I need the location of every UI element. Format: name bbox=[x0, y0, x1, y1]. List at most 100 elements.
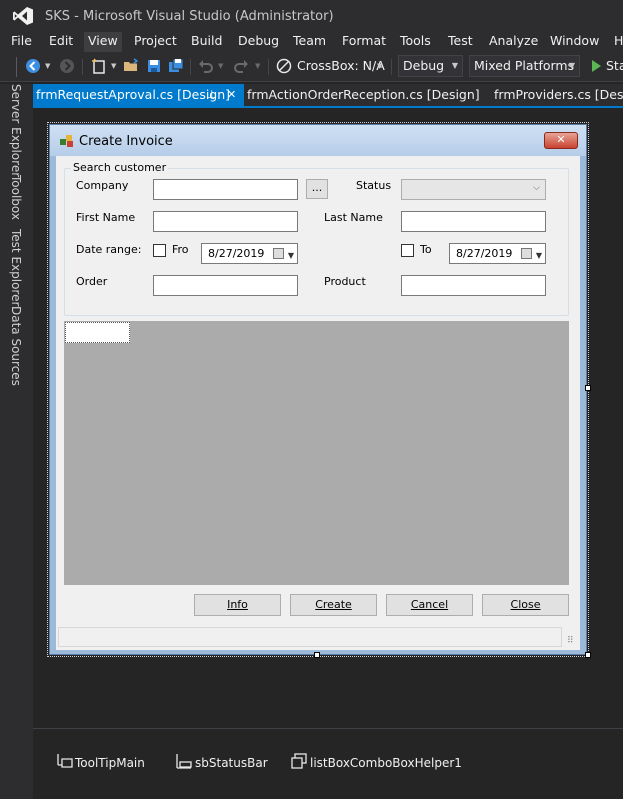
side-tab-data-sources[interactable]: Data Sources bbox=[9, 306, 23, 386]
listbox-component-icon bbox=[291, 753, 307, 769]
chevron-down-icon: ⌵ bbox=[533, 183, 540, 193]
from-date-picker[interactable]: 8/27/2019 ▼ bbox=[201, 243, 298, 264]
close-icon[interactable]: ✕ bbox=[227, 84, 236, 106]
last-name-label: Last Name bbox=[324, 211, 383, 224]
menu-bar: File Edit View Project Build Debug Team … bbox=[0, 32, 623, 52]
company-input[interactable] bbox=[153, 179, 298, 200]
form-caption-bar[interactable]: Create Invoice ✕ bbox=[50, 125, 586, 156]
crossbox-dropdown-icon[interactable]: ▼ bbox=[377, 62, 382, 70]
solution-platform-value: Mixed Platforms bbox=[474, 58, 575, 73]
tab-frmrequestaproval-design[interactable]: frmRequestAproval.cs [Design] ⊥ ✕ bbox=[33, 84, 244, 106]
menu-test[interactable]: Test bbox=[444, 32, 477, 52]
form-close-button[interactable]: ✕ bbox=[544, 132, 578, 149]
form-client-area: Search customer Company ... Status ⌵ Fir… bbox=[56, 156, 580, 650]
order-input[interactable] bbox=[153, 275, 298, 296]
close-button-label: Close bbox=[510, 598, 541, 611]
pin-icon[interactable]: ⊥ bbox=[207, 84, 217, 106]
side-tab-server-explorer[interactable]: Server Explorer bbox=[9, 84, 23, 177]
cancel-button-label: Cancel bbox=[410, 598, 449, 611]
navigate-forward-icon[interactable] bbox=[59, 58, 75, 74]
status-select[interactable]: ⌵ bbox=[401, 179, 546, 200]
toolbar-separator bbox=[190, 59, 191, 75]
standard-toolbar: ▼ ▼ ▼ ▼ CrossBox: N/A ▼ Debug ▼ Mixed Pl… bbox=[0, 52, 623, 82]
side-tool-tabs: Server Explorer Toolbox Test Explorer Da… bbox=[0, 84, 33, 799]
menu-file[interactable]: File bbox=[7, 32, 36, 52]
to-date-picker[interactable]: 8/27/2019 ▼ bbox=[449, 243, 546, 264]
statusbar-component-icon bbox=[176, 754, 192, 769]
menu-format[interactable]: Format bbox=[338, 32, 390, 52]
tab-label: frmActionOrderReception.cs [Design] bbox=[247, 87, 480, 102]
form-title: Create Invoice bbox=[79, 134, 173, 149]
menu-tools[interactable]: Tools bbox=[396, 32, 435, 52]
cancel-button[interactable]: Cancel bbox=[386, 594, 473, 616]
title-bar: SKS - Microsoft Visual Studio (Administr… bbox=[0, 0, 623, 32]
save-icon[interactable] bbox=[146, 58, 162, 74]
solution-platform-select[interactable]: Mixed Platforms ▼ bbox=[469, 55, 580, 77]
tab-label: frmProviders.cs [Design] bbox=[494, 87, 623, 102]
menu-team[interactable]: Team bbox=[289, 32, 330, 52]
resize-grip-icon[interactable]: ⠿ bbox=[567, 636, 574, 646]
navigate-back-icon[interactable] bbox=[25, 58, 41, 74]
solution-configuration-value: Debug bbox=[403, 58, 445, 73]
tray-item-tooltipmain[interactable]: ToolTipMain bbox=[75, 756, 145, 770]
toolbar-separator bbox=[268, 59, 269, 75]
form-create-invoice[interactable]: Create Invoice ✕ Search customer Company… bbox=[49, 124, 587, 655]
start-play-icon[interactable] bbox=[588, 58, 604, 74]
new-dropdown-icon[interactable]: ▼ bbox=[111, 62, 116, 70]
window-title: SKS - Microsoft Visual Studio (Administr… bbox=[45, 9, 334, 24]
back-dropdown-icon[interactable]: ▼ bbox=[45, 62, 50, 70]
to-date-checkbox[interactable] bbox=[401, 244, 414, 257]
info-button[interactable]: Info bbox=[194, 594, 281, 616]
solution-configuration-select[interactable]: Debug ▼ bbox=[398, 55, 463, 77]
tab-frmproviders-design[interactable]: frmProviders.cs [Design] bbox=[492, 84, 623, 106]
side-tab-toolbox[interactable]: Toolbox bbox=[9, 175, 23, 220]
menu-debug[interactable]: Debug bbox=[234, 32, 283, 52]
menu-build[interactable]: Build bbox=[187, 32, 226, 52]
start-label[interactable]: Sta bbox=[606, 58, 623, 73]
menu-analyze[interactable]: Analyze bbox=[485, 32, 542, 52]
chevron-down-icon: ▼ bbox=[451, 61, 458, 70]
visual-studio-logo-icon bbox=[13, 7, 33, 25]
last-name-input[interactable] bbox=[401, 211, 546, 232]
first-name-input[interactable] bbox=[153, 211, 298, 232]
tray-item-sbstatusbar[interactable]: sbStatusBar bbox=[195, 756, 268, 770]
undo-icon[interactable] bbox=[198, 58, 214, 74]
menu-edit[interactable]: Edit bbox=[45, 32, 77, 52]
side-tab-test-explorer[interactable]: Test Explorer bbox=[9, 229, 23, 306]
crossbox-label[interactable]: CrossBox: N/A bbox=[297, 58, 385, 73]
tab-frmactionorderreception-design[interactable]: frmActionOrderReception.cs [Design] bbox=[245, 84, 480, 106]
menu-help[interactable]: H bbox=[610, 32, 623, 52]
product-label: Product bbox=[324, 275, 366, 288]
company-browse-button[interactable]: ... bbox=[306, 179, 328, 199]
close-button[interactable]: Close bbox=[482, 594, 569, 616]
invoice-data-grid[interactable] bbox=[64, 321, 569, 585]
product-input[interactable] bbox=[401, 275, 546, 296]
resize-handle-right[interactable] bbox=[585, 385, 591, 391]
component-tray: ToolTipMain sbStatusBar listBoxComboBoxH… bbox=[33, 728, 623, 799]
resize-handle-bottom-right[interactable] bbox=[585, 652, 591, 658]
open-file-icon[interactable] bbox=[123, 58, 139, 74]
order-label: Order bbox=[76, 275, 108, 288]
company-label: Company bbox=[76, 179, 129, 192]
toolbar-separator bbox=[82, 59, 83, 75]
to-label: To bbox=[420, 243, 432, 256]
new-project-icon[interactable] bbox=[91, 58, 107, 74]
menu-window[interactable]: Window bbox=[546, 32, 603, 52]
save-all-icon[interactable] bbox=[168, 58, 184, 74]
grid-top-left-header bbox=[65, 322, 130, 343]
document-tabs: frmRequestAproval.cs [Design] ⊥ ✕ frmAct… bbox=[33, 84, 623, 106]
menu-view[interactable]: View bbox=[84, 32, 122, 52]
redo-dropdown-icon[interactable]: ▼ bbox=[255, 62, 260, 70]
menu-project[interactable]: Project bbox=[130, 32, 181, 52]
from-date-checkbox[interactable] bbox=[153, 244, 166, 257]
search-customer-group: Search customer Company ... Status ⌵ Fir… bbox=[64, 161, 569, 316]
calendar-icon bbox=[273, 248, 284, 259]
chevron-down-icon: ▼ bbox=[568, 61, 575, 70]
tray-item-listboxcomboboxhelper1[interactable]: listBoxComboBoxHelper1 bbox=[310, 756, 462, 770]
resize-handle-bottom[interactable] bbox=[314, 652, 320, 658]
undo-dropdown-icon[interactable]: ▼ bbox=[218, 62, 223, 70]
redo-icon[interactable] bbox=[233, 58, 249, 74]
from-date-value: 8/27/2019 bbox=[208, 247, 265, 260]
chevron-down-icon: ▼ bbox=[287, 251, 294, 260]
create-button[interactable]: Create bbox=[290, 594, 377, 616]
